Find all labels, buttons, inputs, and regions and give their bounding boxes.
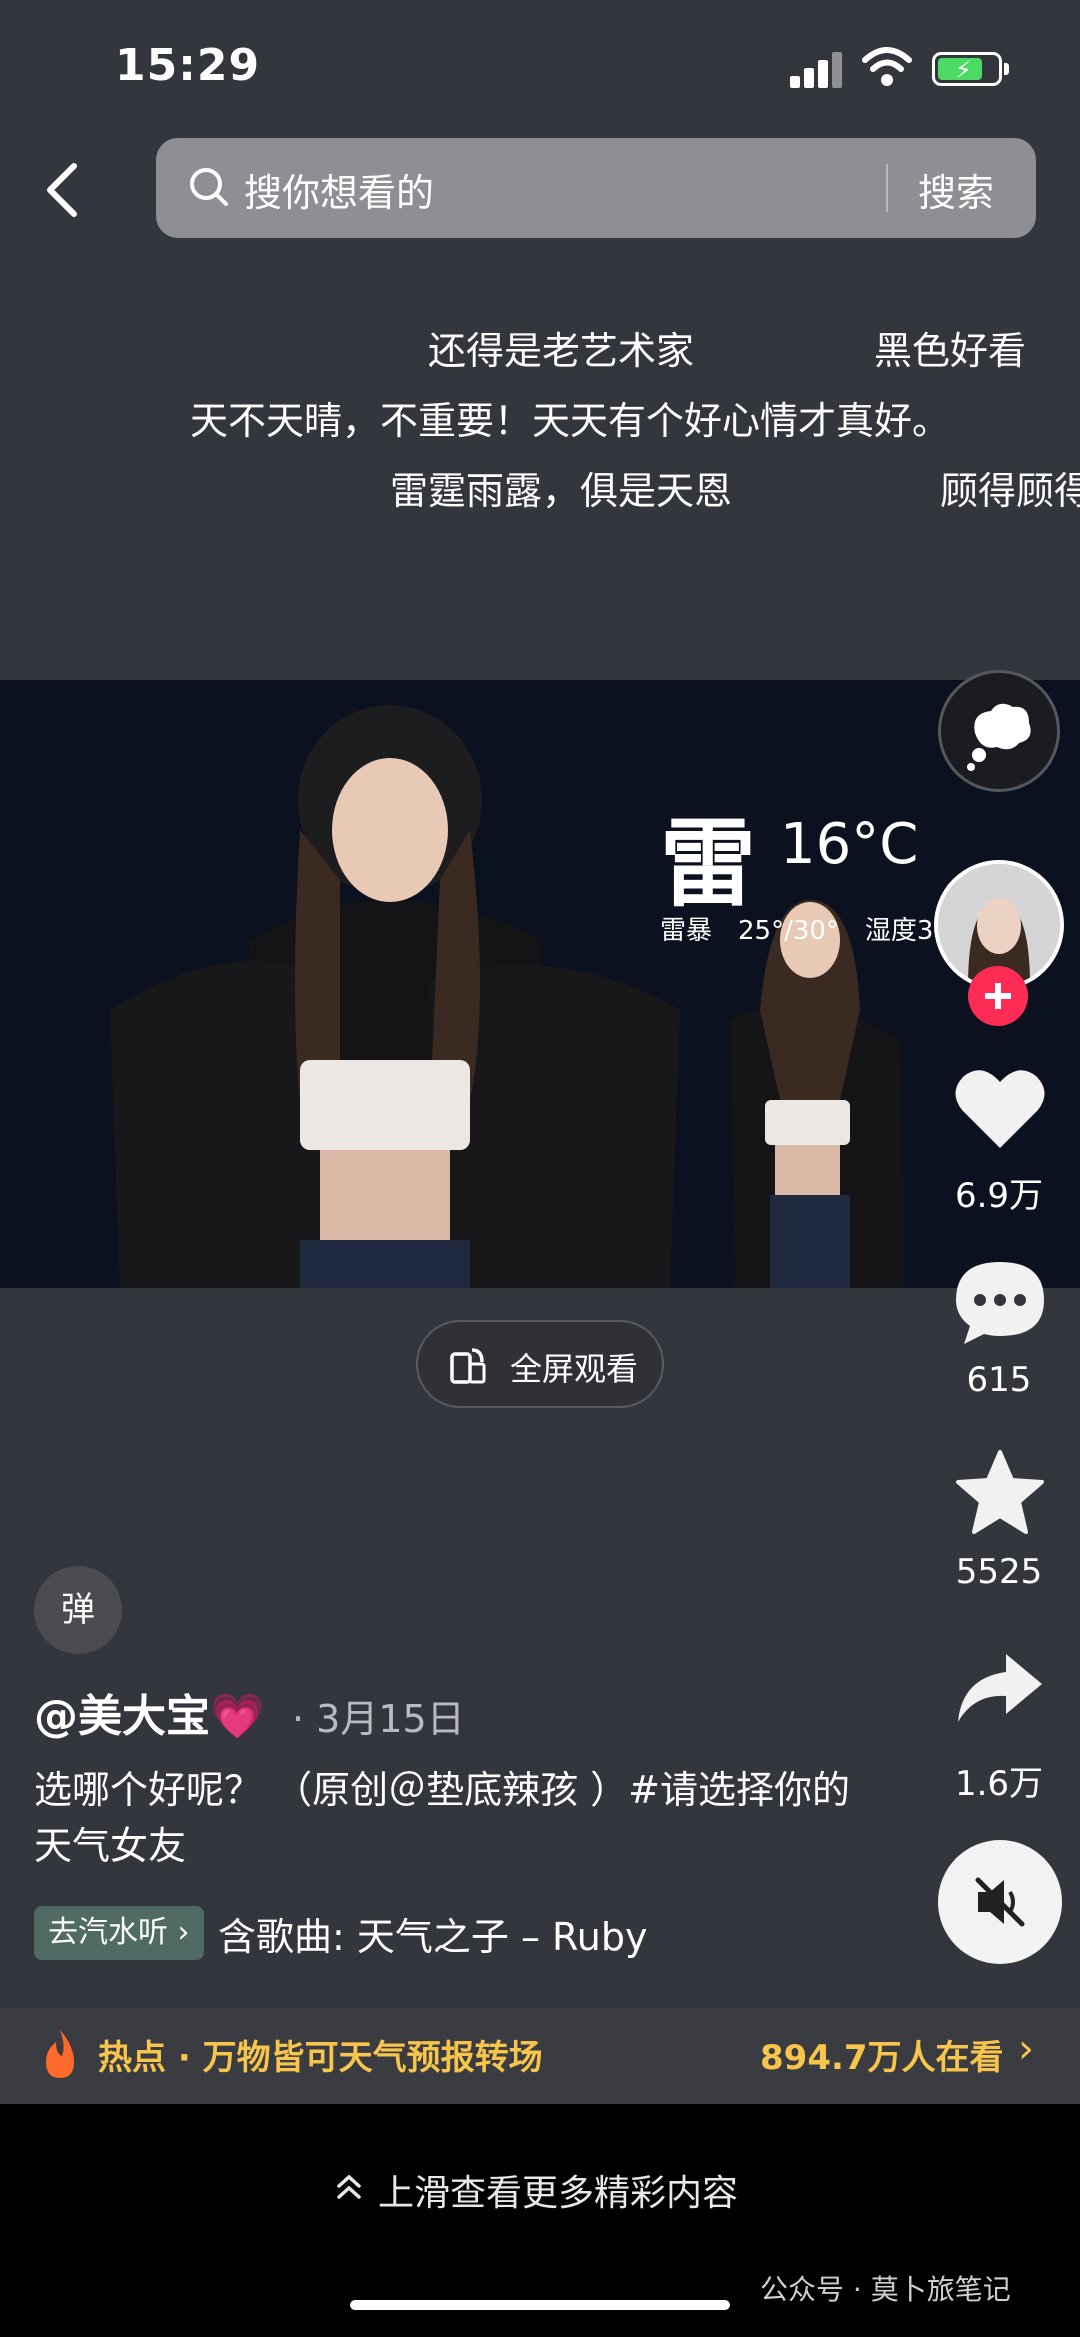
double-chevron-up-icon (337, 2174, 361, 2199)
search-icon (190, 168, 228, 206)
signal-icon (790, 52, 846, 88)
like-count: 6.9万 (954, 1176, 1044, 1216)
battery-icon: ⚡ (932, 52, 1002, 86)
danmaku-item: 顾得顾得 (940, 469, 1080, 513)
watermark: 公众号 · 莫卜旅笔记 (760, 2273, 1011, 2306)
rotate-screen-icon (450, 1348, 486, 1384)
swipe-up-hint[interactable]: 上滑查看更多精彩内容 (378, 2164, 738, 2216)
back-icon[interactable] (38, 160, 90, 220)
mute-button[interactable] (938, 1840, 1062, 1964)
weather-detail: 雷暴 25°/30° 湿度3 (660, 916, 934, 946)
share-icon[interactable] (954, 1650, 1046, 1726)
search-placeholder: 搜你想看的 (244, 171, 435, 215)
weather-label: 雷 (660, 808, 756, 920)
battery-tip (1004, 63, 1009, 75)
danmaku-item: 天不天晴，不重要！天天有个好心情才真好。 (190, 399, 951, 443)
danmu-bubble-button[interactable] (938, 670, 1060, 792)
danmaku-item: 雷霆雨露，俱是天恩 (390, 469, 733, 513)
heart-icon[interactable] (952, 1066, 1048, 1152)
follow-button[interactable] (968, 966, 1028, 1026)
share-count: 1.6万 (954, 1764, 1044, 1804)
comment-count: 615 (966, 1360, 1032, 1400)
comment-icon[interactable] (952, 1258, 1048, 1348)
danmaku-item: 还得是老艺术家 (428, 329, 695, 373)
favorite-count: 5525 (955, 1552, 1043, 1592)
star-icon[interactable] (954, 1448, 1046, 1536)
thought-bubble-icon (967, 703, 1031, 771)
music-app-chip[interactable]: 去汽水听 › (34, 1906, 204, 1960)
danmaku-item: 黑色好看 (874, 329, 1027, 373)
weather-temperature: 16°C (780, 812, 919, 877)
speaker-muted-icon (975, 1877, 1025, 1927)
fullscreen-label: 全屏观看 (510, 1350, 639, 1388)
viewer-count: 894.7万人在看 (760, 2038, 1004, 2078)
home-indicator[interactable] (350, 2300, 730, 2310)
status-time: 15:29 (115, 40, 261, 91)
music-title[interactable]: 含歌曲: 天气之子 – Ruby (218, 1906, 668, 1961)
video-caption[interactable]: 选哪个好呢？ （原创＠垫底辣孩 ）#请选择你的天气女友 (34, 1762, 854, 1874)
fire-icon (46, 2030, 74, 2078)
danmu-toggle-button[interactable]: 弹 (34, 1566, 122, 1654)
wifi-icon (862, 47, 912, 86)
video-frame (110, 705, 905, 1288)
chevron-right-icon[interactable]: › (1018, 2026, 1034, 2072)
author-name[interactable]: @美大宝💗 (34, 1680, 265, 1744)
hot-topic-text[interactable]: 热点 · 万物皆可天气预报转场 (98, 2030, 543, 2079)
search-divider (886, 164, 888, 212)
video-player[interactable] (0, 680, 1080, 1288)
post-date: · 3月15日 (292, 1697, 465, 1741)
search-button[interactable]: 搜索 (918, 162, 994, 217)
